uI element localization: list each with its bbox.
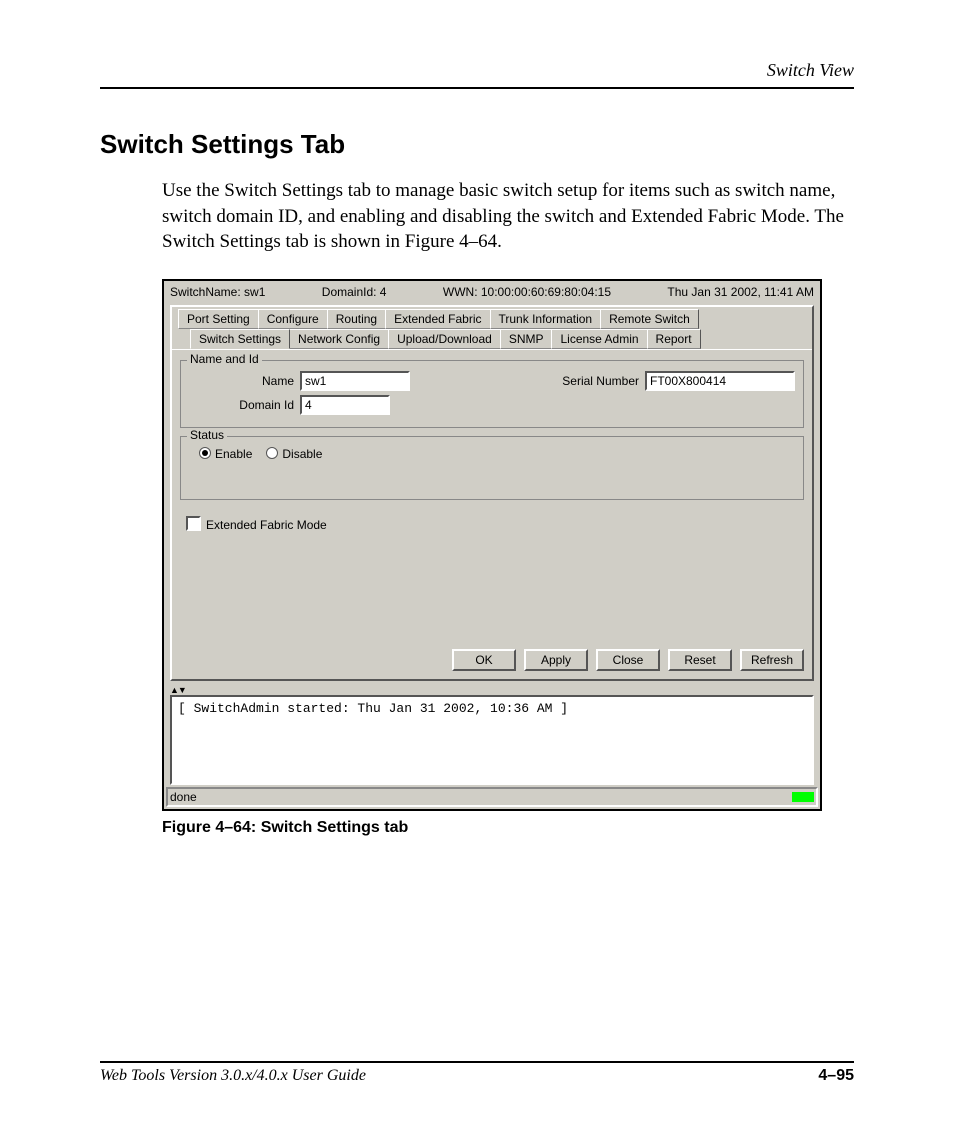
status-text: done xyxy=(170,790,197,804)
reset-button[interactable]: Reset xyxy=(668,649,732,671)
fieldset-status: Status Enable Disable xyxy=(180,436,804,500)
label-serial: Serial Number xyxy=(562,374,645,388)
close-button[interactable]: Close xyxy=(596,649,660,671)
figure-caption: Figure 4–64: Switch Settings tab xyxy=(162,819,854,837)
header-time: Thu Jan 31 2002, 11:41 AM xyxy=(667,285,814,299)
body-paragraph: Use the Switch Settings tab to manage ba… xyxy=(162,178,854,255)
split-handle[interactable]: ▲▼ xyxy=(170,685,814,695)
split-handle-icon: ▲▼ xyxy=(170,685,186,695)
tab-routing[interactable]: Routing xyxy=(327,309,386,329)
extended-fabric-checkbox[interactable]: Extended Fabric Mode xyxy=(180,508,804,532)
header-domain: DomainId: 4 xyxy=(322,285,387,299)
switch-admin-window: SwitchName: sw1 DomainId: 4 WWN: 10:00:0… xyxy=(162,279,822,811)
tab-port-setting[interactable]: Port Setting xyxy=(178,309,259,329)
header-switchname: SwitchName: sw1 xyxy=(170,285,265,299)
serial-input[interactable] xyxy=(645,371,795,391)
tab-remote-switch[interactable]: Remote Switch xyxy=(600,309,699,329)
name-input[interactable] xyxy=(300,371,410,391)
status-led-icon xyxy=(792,792,814,802)
tab-snmp[interactable]: SNMP xyxy=(500,329,553,349)
footer-page-number: 4–95 xyxy=(818,1067,854,1085)
radio-disable[interactable]: Disable xyxy=(266,447,322,461)
radio-dot-icon xyxy=(199,447,211,459)
label-name: Name xyxy=(189,374,300,388)
running-header: Switch View xyxy=(100,60,854,81)
tab-switch-settings[interactable]: Switch Settings xyxy=(190,329,290,349)
legend-name-id: Name and Id xyxy=(187,352,262,366)
tab-row-back: Port Setting Configure Routing Extended … xyxy=(172,309,812,329)
radio-enable[interactable]: Enable xyxy=(199,447,252,461)
apply-button[interactable]: Apply xyxy=(524,649,588,671)
label-domain-id: Domain Id xyxy=(189,398,300,412)
tab-configure[interactable]: Configure xyxy=(258,309,328,329)
console-output: [ SwitchAdmin started: Thu Jan 31 2002, … xyxy=(170,695,814,785)
tab-network-config[interactable]: Network Config xyxy=(289,329,389,349)
header-wwn: WWN: 10:00:00:60:69:80:04:15 xyxy=(443,285,611,299)
status-bar: done xyxy=(166,787,818,807)
footer-title: Web Tools Version 3.0.x/4.0.x User Guide xyxy=(100,1067,366,1085)
tab-upload-download[interactable]: Upload/Download xyxy=(388,329,501,349)
tab-license-admin[interactable]: License Admin xyxy=(551,329,647,349)
ok-button[interactable]: OK xyxy=(452,649,516,671)
tab-report[interactable]: Report xyxy=(647,329,701,349)
tab-trunk-information[interactable]: Trunk Information xyxy=(490,309,602,329)
refresh-button[interactable]: Refresh xyxy=(740,649,804,671)
window-header: SwitchName: sw1 DomainId: 4 WWN: 10:00:0… xyxy=(164,281,820,305)
tab-row-front: Switch Settings Network Config Upload/Do… xyxy=(172,329,812,349)
tab-extended-fabric[interactable]: Extended Fabric xyxy=(385,309,490,329)
radio-dot-icon xyxy=(266,447,278,459)
checkbox-icon xyxy=(186,516,201,531)
fieldset-name-id: Name and Id Name Serial Number Domain Id xyxy=(180,360,804,428)
domain-id-input[interactable] xyxy=(300,395,390,415)
section-heading: Switch Settings Tab xyxy=(100,129,854,160)
legend-status: Status xyxy=(187,428,227,442)
